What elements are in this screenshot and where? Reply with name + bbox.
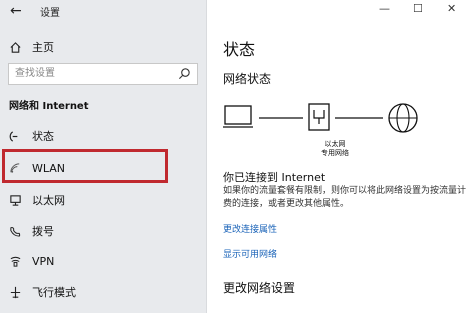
nav-item-home-label: 主页	[32, 41, 54, 54]
nav-item-status[interactable]: 状态	[0, 122, 206, 150]
section-title: 网络和 Internet	[9, 101, 89, 112]
wlan-highlight-box	[2, 149, 168, 183]
navigation-pane: ← 设置 主页 查找设置 网络和 Internet 状态 WLAN 以太网 拨号…	[0, 0, 207, 313]
ethernet-icon	[8, 193, 22, 207]
nav-item-airplane[interactable]: 飞行模式	[0, 278, 206, 306]
change-network-settings-heading: 更改网络设置	[223, 281, 296, 295]
network-status-heading: 网络状态	[223, 72, 272, 86]
connection-description: 如果你的流量套餐有限制，则你可以将此网络设置为按流量计费的连接，或者更改其他属性…	[223, 186, 467, 209]
search-placeholder: 查找设置	[15, 68, 55, 79]
nav-item-dialup[interactable]: 拨号	[0, 217, 206, 245]
airplane-icon	[8, 285, 22, 299]
diagram-label: 以太网 专用网络	[317, 140, 353, 158]
nav-item-ethernet[interactable]: 以太网	[0, 186, 206, 214]
maximize-button[interactable]: ☐	[413, 2, 423, 15]
nav-item-label: 拨号	[32, 225, 54, 238]
nav-item-vpn[interactable]: VPN	[0, 247, 206, 275]
title-bar: ← 设置	[0, 0, 206, 22]
diagram-label-line1: 以太网	[324, 140, 346, 148]
app-title: 设置	[40, 8, 60, 19]
search-icon[interactable]	[178, 67, 191, 80]
back-icon[interactable]: ←	[10, 2, 22, 20]
diagram-label-line2: 专用网络	[321, 149, 349, 157]
dialup-icon	[8, 224, 22, 238]
nav-item-home[interactable]: 主页	[0, 33, 206, 61]
main-content: — ☐ ✕ 状态 网络状态 以太网 专用网络 你已连接到 Internet 如果…	[207, 0, 475, 313]
status-icon	[8, 129, 22, 143]
nav-item-label: VPN	[32, 254, 55, 268]
vpn-icon	[8, 254, 22, 268]
close-button[interactable]: ✕	[447, 2, 456, 15]
home-icon	[8, 40, 22, 54]
nav-item-label: 以太网	[32, 194, 65, 207]
nav-item-label: 状态	[32, 130, 54, 143]
minimize-button[interactable]: —	[379, 2, 390, 15]
globe-icon	[388, 103, 418, 133]
window-controls: — ☐ ✕	[375, 0, 475, 22]
nav-item-label: 飞行模式	[32, 286, 76, 299]
computer-icon	[223, 105, 253, 128]
show-available-networks-link[interactable]: 显示可用网络	[223, 247, 277, 260]
network-diagram: 以太网 专用网络	[223, 102, 463, 162]
search-input[interactable]: 查找设置	[8, 63, 198, 85]
page-title: 状态	[223, 40, 256, 59]
ethernet-adapter-icon	[308, 103, 330, 131]
connection-status-text: 你已连接到 Internet	[223, 171, 326, 184]
change-connection-properties-link[interactable]: 更改连接属性	[223, 222, 277, 235]
